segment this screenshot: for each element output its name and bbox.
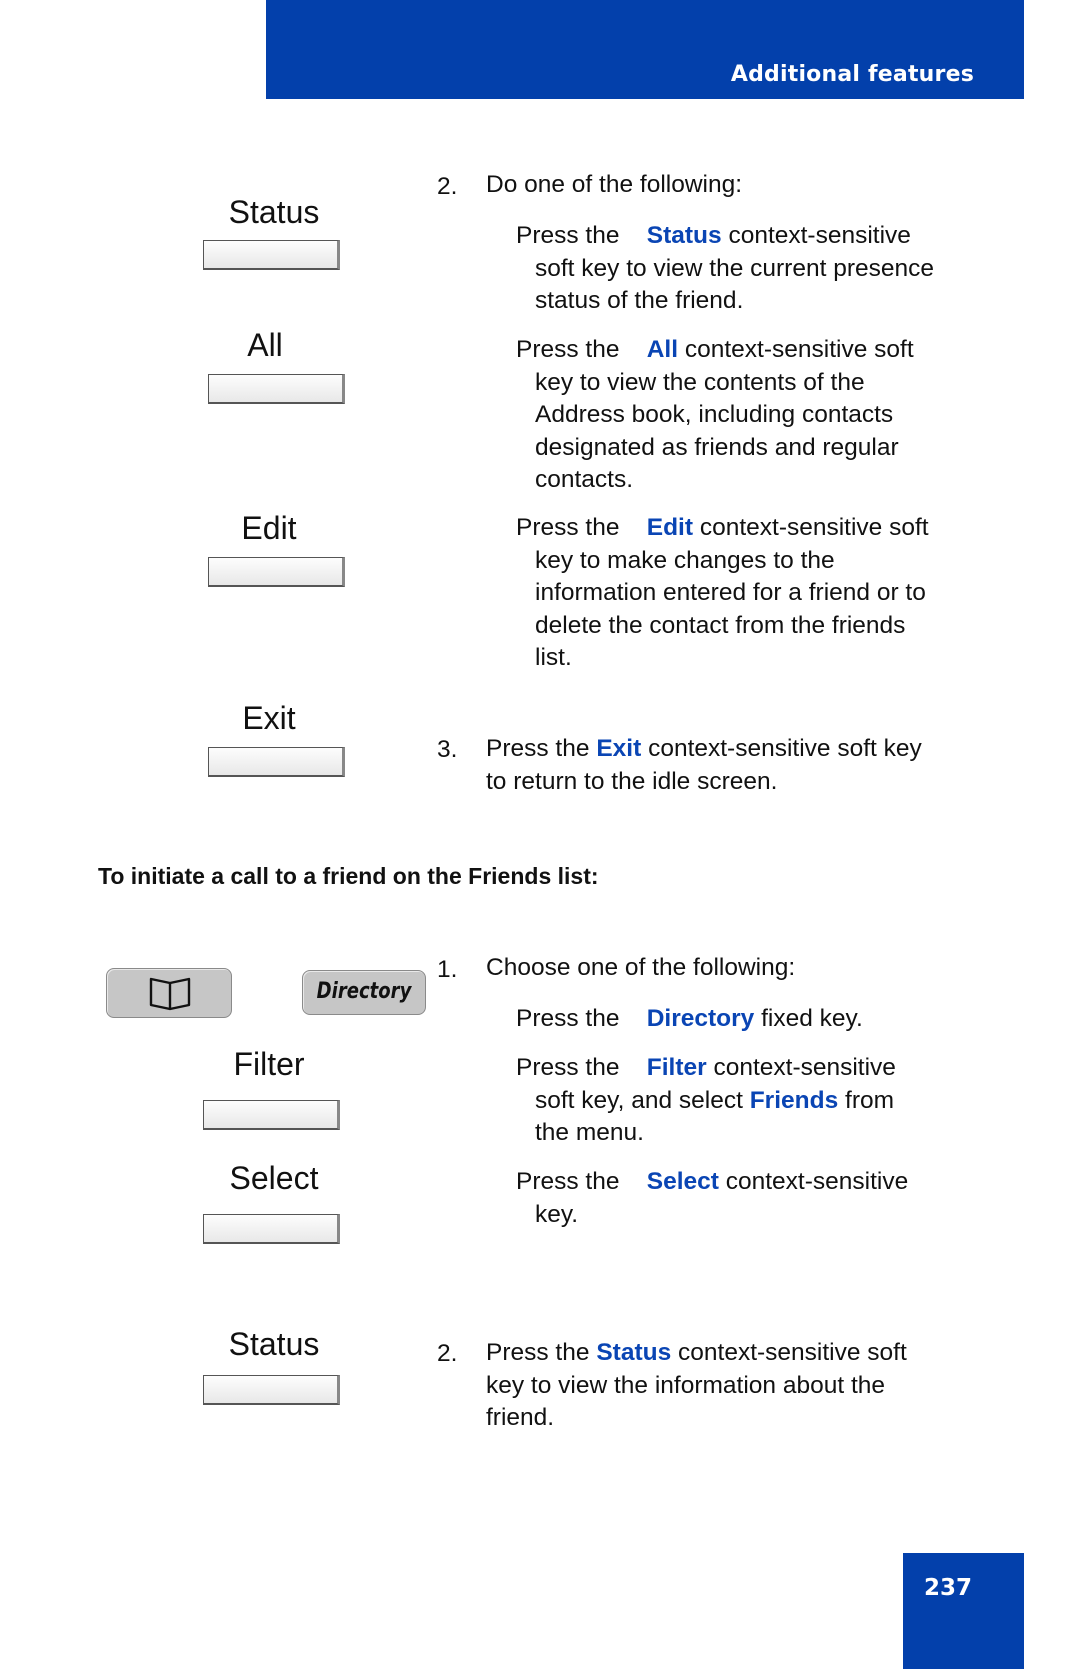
option-directory: Press the Directory fixed key. [516, 1003, 986, 1036]
option-prefix: Press the [516, 514, 620, 541]
keyword-exit: Exit [596, 735, 642, 762]
keyword-friends: Friends [749, 1086, 839, 1114]
keyword-status: Status [646, 222, 722, 249]
option-line: designated as friends and regular [535, 433, 899, 461]
step-text: context-sensitive soft [678, 1339, 907, 1366]
step-prefix: Press the [486, 735, 590, 762]
step-intro: Do one of the following: [486, 171, 743, 198]
all-softkey[interactable] [208, 374, 345, 404]
option-filter: Press the Filter context-sensitive soft … [516, 1052, 986, 1150]
status-softkey[interactable] [203, 240, 340, 270]
directory-book-key[interactable] [106, 968, 232, 1018]
option-prefix: Press the [516, 336, 620, 363]
option-line: delete the contact from the friends [535, 611, 906, 639]
exit-softkey[interactable] [208, 747, 345, 777]
step-intro: Choose one of the following: [486, 954, 796, 981]
select-softkey[interactable] [203, 1214, 340, 1244]
step-number: 2. [437, 173, 458, 200]
keyword-all: All [646, 336, 679, 363]
option-prefix: Press the [516, 1168, 620, 1195]
option-line: information entered for a friend or to [535, 579, 926, 606]
step-text: key to view the information about the [486, 1371, 886, 1399]
option-prefix: Press the [516, 222, 620, 249]
step-number: 2. [437, 1340, 458, 1367]
option-status: Press the Status context-sensitive soft … [516, 220, 976, 318]
option-text: context-sensitive soft [699, 514, 929, 541]
softkey-label-status: Status [228, 194, 320, 230]
option-line: Address book, including contacts [535, 401, 894, 428]
keyword-status: Status [596, 1339, 672, 1366]
option-text: context-sensitive [713, 1054, 896, 1081]
option-line: key to make changes to the [535, 546, 835, 574]
step3-text: Press the Exit context-sensitive soft ke… [486, 733, 986, 798]
option-line: the menu. [535, 1119, 644, 1146]
step-number: 1. [437, 956, 458, 983]
procedure-heading: To initiate a call to a friend on the Fr… [98, 863, 599, 889]
option-line: list. [535, 644, 572, 671]
step-text: to return to the idle screen. [486, 767, 778, 795]
option-all: Press the All context-sensitive soft key… [516, 334, 976, 497]
option-text: fixed key. [761, 1005, 863, 1032]
option-prefix: Press the [516, 1054, 620, 1081]
option-text: context-sensitive [728, 222, 911, 249]
directory-key-label: Directory [316, 979, 412, 1004]
option-text: context-sensitive soft [684, 336, 914, 363]
option-line: soft key, and select [535, 1086, 743, 1114]
option-text: context-sensitive [725, 1168, 909, 1195]
page-number: 237 [924, 1575, 973, 1601]
status-softkey-2[interactable] [203, 1375, 340, 1405]
option-prefix: Press the [516, 1005, 620, 1032]
step-number: 3. [437, 736, 458, 763]
option-edit: Press the Edit context-sensitive soft ke… [516, 512, 986, 675]
option-line: key. [535, 1200, 579, 1228]
step2-text: Press the Status context-sensitive soft … [486, 1337, 986, 1435]
edit-softkey[interactable] [208, 557, 345, 587]
header-band: Additional features [266, 0, 1024, 99]
step-text: context-sensitive soft key [648, 735, 922, 762]
option-select: Press the Select context-sensitive key. [516, 1166, 986, 1231]
softkey-label-edit: Edit [241, 510, 297, 546]
section-title: Additional features [730, 62, 974, 87]
keyword-select: Select [646, 1168, 719, 1195]
keyword-filter: Filter [646, 1054, 707, 1081]
keyword-directory: Directory [646, 1005, 755, 1032]
softkey-label-select: Select [229, 1160, 319, 1196]
option-line: soft key to view the current presence [535, 254, 934, 282]
keyword-edit: Edit [646, 514, 694, 541]
softkey-label-status-2: Status [228, 1326, 320, 1362]
book-icon [149, 977, 191, 1011]
step-text: friend. [486, 1404, 555, 1431]
step-prefix: Press the [486, 1339, 590, 1366]
filter-softkey[interactable] [203, 1100, 340, 1130]
option-line: status of the friend. [535, 287, 744, 314]
directory-fixed-key[interactable]: Directory [302, 970, 426, 1015]
softkey-label-filter: Filter [233, 1046, 305, 1082]
softkey-label-all: All [247, 327, 283, 363]
softkey-label-exit: Exit [242, 700, 296, 736]
page-number-box: 237 [903, 1553, 1024, 1669]
option-line: from [845, 1086, 895, 1114]
option-line: contacts. [535, 466, 634, 493]
option-line: key to view the contents of the [535, 368, 865, 396]
